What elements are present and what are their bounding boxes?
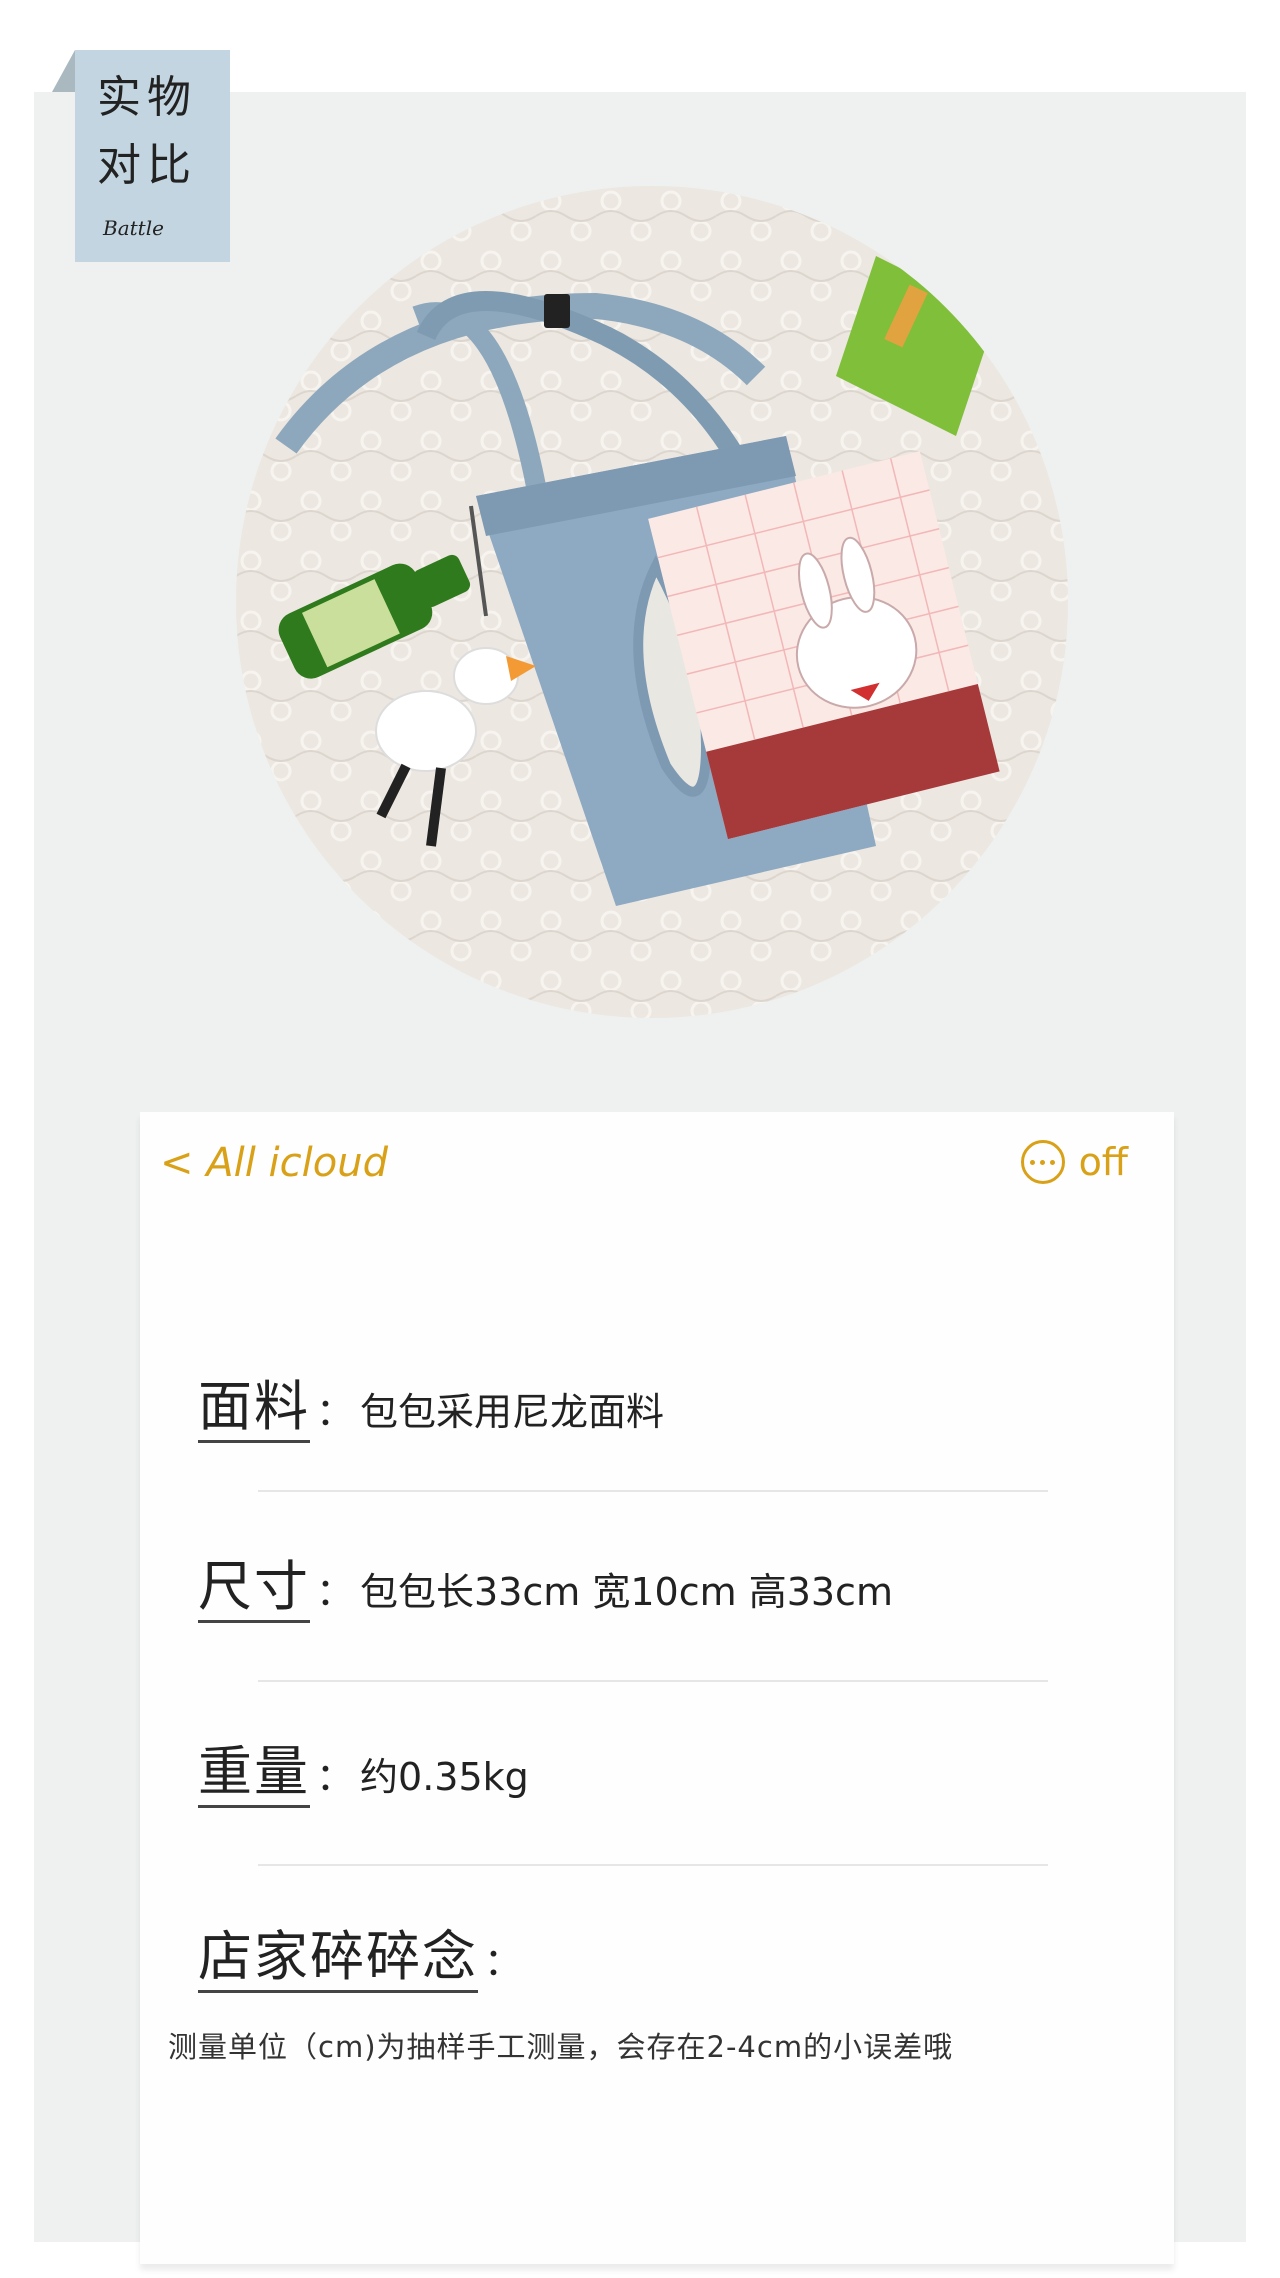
off-label[interactable]: off xyxy=(1079,1140,1128,1184)
badge-subtitle: Battle xyxy=(103,216,164,240)
spec-separator: ： xyxy=(316,1570,355,1614)
badge-line-2: 对比 xyxy=(97,140,197,191)
divider xyxy=(258,1490,1048,1492)
spec-label: 尺寸 xyxy=(198,1542,310,1623)
header-actions: off xyxy=(1020,1140,1128,1184)
spec-value: 包包长33cm 宽10cm 高33cm xyxy=(360,1570,893,1614)
spec-separator: ： xyxy=(316,1755,355,1799)
divider xyxy=(258,1680,1048,1682)
back-link[interactable]: < All icloud xyxy=(160,1140,388,1186)
measurement-note: 测量单位（cm)为抽样手工测量，会存在2-4cm的小误差哦 xyxy=(168,2030,954,2064)
spec-label: 面料 xyxy=(198,1362,310,1443)
spec-row-notes: 店家碎碎念 ： xyxy=(198,1912,523,1993)
info-card: < All icloud off 面料 ： 包包采用尼龙面料 尺寸 ： 包包长3… xyxy=(140,1112,1174,2264)
product-photo-illustration xyxy=(236,186,1068,1018)
divider xyxy=(258,1864,1048,1866)
badge-fold xyxy=(52,50,75,92)
spec-separator: ： xyxy=(484,1940,523,1984)
spec-row-weight: 重量 ： 约0.35kg xyxy=(198,1727,529,1808)
more-icon[interactable] xyxy=(1020,1140,1065,1184)
spec-row-size: 尺寸 ： 包包长33cm 宽10cm 高33cm xyxy=(198,1542,893,1623)
spec-row-material: 面料 ： 包包采用尼龙面料 xyxy=(198,1362,665,1443)
badge-line-1: 实物 xyxy=(97,72,197,123)
product-photo xyxy=(236,186,1068,1018)
spec-label: 店家碎碎念 xyxy=(198,1912,478,1993)
spec-label: 重量 xyxy=(198,1727,310,1808)
comparison-badge: 实物 对比 Battle xyxy=(75,50,230,262)
spec-value: 包包采用尼龙面料 xyxy=(360,1390,665,1434)
spec-separator: ： xyxy=(316,1390,355,1434)
spec-value: 约0.35kg xyxy=(360,1755,529,1799)
